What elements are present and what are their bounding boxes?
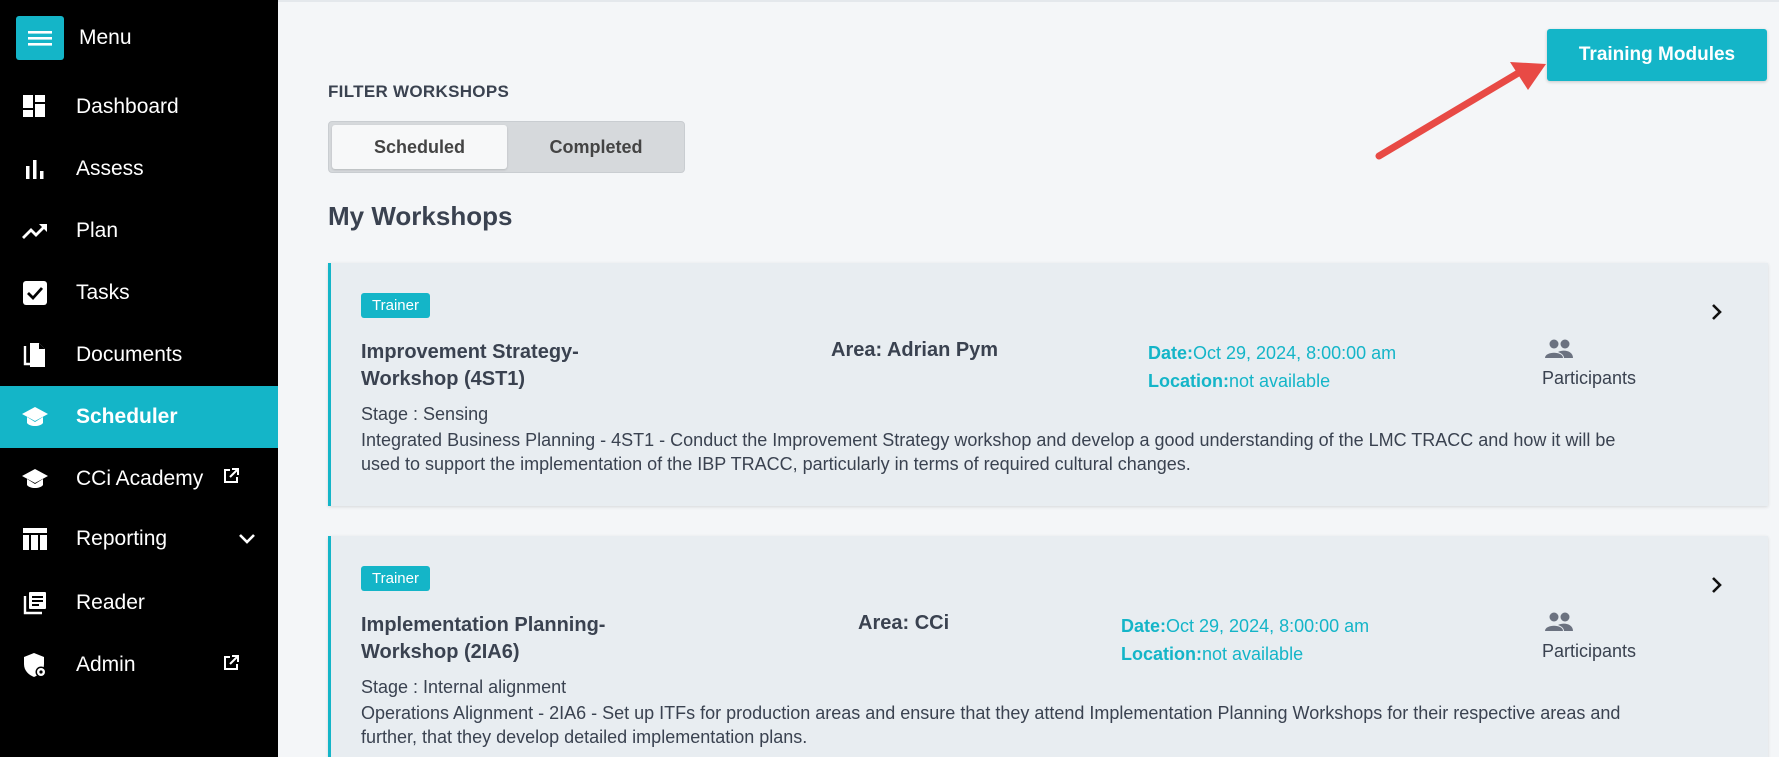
sidebar-item-label: Reader [76,591,145,614]
annotation-arrow-icon [1375,62,1546,160]
sidebar-item-label: Assess [76,157,144,180]
hamburger-icon[interactable] [16,16,64,60]
location-value: not available [1202,644,1304,664]
menu-label: Menu [79,26,132,49]
date-value: Oct 29, 2024, 8:00:00 am [1166,616,1370,636]
participants-label[interactable]: Participants [1542,641,1636,662]
table-icon [22,526,48,552]
sidebar-item-plan[interactable]: Plan [0,200,278,262]
sidebar-item-reporting[interactable]: Reporting [0,508,278,570]
sidebar-item-dashboard[interactable]: Dashboard [0,76,278,138]
sidebar-item-admin[interactable]: Admin [0,634,278,696]
workshop-description: Integrated Business Planning - 4ST1 - Co… [361,430,1616,474]
sidebar-item-label: Admin [76,653,136,676]
date-label: Date: [1121,616,1167,636]
filter-title: FILTER WORKSHOPS [328,82,510,101]
sidebar-item-documents[interactable]: Documents [0,324,278,386]
workshop-card[interactable]: Trainer Implementation Planning-Workshop… [328,536,1768,757]
workshop-stage: Stage : Internal alignment [361,677,567,697]
external-link-icon [223,653,239,670]
role-badge: Trainer [361,293,430,318]
workshop-title: Implementation Planning-Workshop (2IA6) [361,614,606,663]
workshop-area: Area: Adrian Pym [831,339,999,361]
workshop-card[interactable]: Trainer Improvement Strategy-Workshop (4… [328,263,1768,506]
dashboard-icon [22,94,48,120]
external-link-icon [223,466,239,483]
people-icon [1544,612,1574,637]
shield-icon [22,652,48,678]
sidebar: Menu Dashboard Assess Plan Tasks Documen… [0,0,278,757]
role-badge: Trainer [361,566,430,591]
date-label: Date: [1148,343,1194,363]
chevron-right-icon[interactable] [1711,576,1723,599]
people-icon [1544,339,1574,364]
workshop-stage: Stage : Sensing [361,404,489,424]
graduation-cap-icon [22,404,48,430]
graduation-cap-icon [22,466,48,492]
sidebar-item-reader[interactable]: Reader [0,572,278,634]
documents-icon [22,342,48,368]
reader-icon [22,590,48,616]
workshop-location: Location:not available [1148,367,1330,395]
sidebar-item-label: Dashboard [76,95,179,118]
top-divider [278,0,1779,2]
sidebar-item-tasks[interactable]: Tasks [0,262,278,324]
workshop-date: Date:Oct 29, 2024, 8:00:00 am [1121,612,1369,640]
participants-label[interactable]: Participants [1542,368,1636,389]
chevron-down-icon[interactable] [238,527,256,551]
chevron-right-icon[interactable] [1711,303,1723,326]
filter-toggle: Scheduled Completed [328,121,685,173]
menu-toggle[interactable]: Menu [16,16,132,60]
training-modules-button[interactable]: Training Modules [1547,29,1767,81]
workshop-description: Operations Alignment - 2IA6 - Set up ITF… [361,703,1621,747]
sidebar-item-label: CCi Academy [76,467,204,490]
location-value: not available [1229,371,1331,391]
filter-scheduled-button[interactable]: Scheduled [332,125,507,169]
sidebar-item-label: Reporting [76,527,168,550]
sidebar-item-label: Tasks [76,281,130,304]
sidebar-item-assess[interactable]: Assess [0,138,278,200]
workshop-date: Date:Oct 29, 2024, 8:00:00 am [1148,339,1396,367]
sidebar-item-label: Scheduler [76,405,178,428]
location-label: Location: [1121,644,1202,664]
sidebar-item-cci-academy[interactable]: CCi Academy [0,448,278,510]
bar-chart-icon [22,156,48,182]
location-label: Location: [1148,371,1229,391]
trending-up-icon [22,218,48,244]
checkbox-icon [22,280,48,306]
sidebar-item-label: Plan [76,219,119,242]
filter-completed-button[interactable]: Completed [509,125,683,169]
workshop-area: Area: CCi [858,612,950,634]
workshop-location: Location:not available [1121,640,1303,668]
workshop-title: Improvement Strategy-Workshop (4ST1) [361,341,579,390]
page-title: My Workshops [328,201,513,231]
sidebar-item-label: Documents [76,343,183,366]
date-value: Oct 29, 2024, 8:00:00 am [1193,343,1397,363]
sidebar-item-scheduler[interactable]: Scheduler [0,386,278,448]
